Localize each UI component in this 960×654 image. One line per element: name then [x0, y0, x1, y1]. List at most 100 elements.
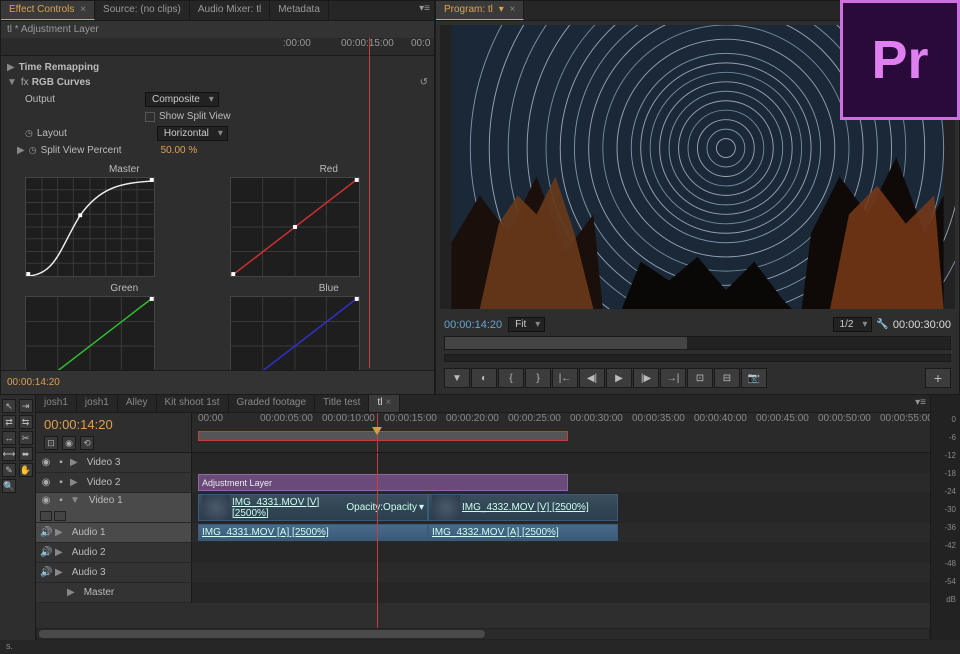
video2-head[interactable]: ◉▪ ▶ Video 2 — [36, 473, 192, 492]
selection-tool[interactable]: ↖ — [2, 399, 16, 413]
zoom-tool[interactable]: 🔍 — [2, 479, 16, 493]
show-split-checkbox[interactable] — [145, 112, 155, 122]
sequence-tab[interactable]: josh1 — [77, 395, 118, 412]
hand-tool[interactable]: ✋ — [19, 463, 33, 477]
rgb-curves-row[interactable]: ▼ fx RGB Curves ↺ — [7, 75, 428, 90]
adjustment-layer-clip[interactable]: Adjustment Layer — [198, 474, 568, 491]
blue-curve-canvas[interactable] — [230, 296, 360, 370]
reset-icon[interactable]: ↺ — [420, 77, 428, 88]
audio2-head[interactable]: 🔊 ▶ Audio 2 — [36, 543, 192, 562]
slide-tool[interactable]: ⬌ — [19, 447, 33, 461]
marker-icon[interactable]: ◉ — [62, 436, 76, 450]
effect-mini-ruler[interactable]: :00:00 00:00:15:00 00:0 — [1, 38, 434, 56]
lift-button[interactable]: ⊡ — [687, 368, 713, 388]
close-icon[interactable]: × — [385, 397, 391, 408]
mark-in-button[interactable]: ▼ — [444, 368, 470, 388]
audio1-body[interactable]: IMG_4331.MOV [A] [2500%] IMG_4332.MOV [A… — [192, 523, 930, 542]
audio3-head[interactable]: 🔊 ▶ Audio 3 — [36, 563, 192, 582]
expand-icon[interactable]: ▶ — [55, 567, 63, 578]
audio1-head[interactable]: 🔊 ▶ Audio 1 — [36, 523, 192, 542]
close-icon[interactable]: × — [80, 4, 86, 15]
program-timecode[interactable]: 00:00:14:20 — [444, 319, 502, 331]
eye-icon[interactable]: ◉ — [40, 477, 52, 488]
video2-body[interactable]: Adjustment Layer — [192, 473, 930, 492]
track-option-icon[interactable] — [54, 511, 66, 521]
effect-timecode[interactable]: 00:00:14:20 — [7, 377, 60, 388]
collapse-icon[interactable]: ▼ — [7, 77, 17, 88]
lock-icon[interactable]: ▪ — [55, 477, 67, 488]
speaker-icon[interactable]: 🔊 — [40, 567, 52, 578]
master-head[interactable]: ▶ Master — [36, 583, 192, 602]
zoom-thumb[interactable] — [39, 630, 485, 638]
output-dropdown[interactable]: Composite — [145, 92, 219, 107]
extract-button[interactable]: ⊟ — [714, 368, 740, 388]
resolution-dropdown[interactable]: 1/2 — [833, 317, 873, 332]
slip-tool[interactable]: ⟷ — [2, 447, 16, 461]
sequence-tab[interactable]: Graded footage — [229, 395, 316, 412]
sequence-tab[interactable]: Title test — [315, 395, 369, 412]
red-curve-canvas[interactable] — [230, 177, 360, 277]
video3-body[interactable] — [192, 453, 930, 472]
sequence-tab[interactable]: tl× — [369, 395, 400, 412]
mark-out-button[interactable]: ◐ — [471, 368, 497, 388]
track-option-icon[interactable] — [40, 511, 52, 521]
insert-button[interactable]: { — [498, 368, 524, 388]
video-clip-2[interactable]: IMG_4332.MOV [V] [2500%] — [428, 494, 618, 521]
timeline-ruler[interactable]: 00:0000:00:05:0000:00:10:0000:00:15:0000… — [192, 413, 930, 452]
sequence-tab[interactable]: Kit shoot 1st — [157, 395, 229, 412]
tab-source[interactable]: Source: (no clips) — [95, 1, 190, 20]
expand-icon[interactable]: ▶ — [7, 62, 15, 73]
audio-clip-1[interactable]: IMG_4331.MOV [A] [2500%] — [198, 524, 428, 541]
panel-menu-icon[interactable]: ▾≡ — [415, 1, 434, 20]
fit-dropdown[interactable]: Fit — [508, 317, 545, 332]
expand-icon[interactable]: ▶ — [67, 587, 75, 598]
razor-tool[interactable]: ✂ — [19, 431, 33, 445]
step-back-button[interactable]: ◀| — [579, 368, 605, 388]
export-frame-button[interactable]: 📷 — [741, 368, 767, 388]
expand-icon[interactable]: ▶ — [55, 527, 63, 538]
video1-body[interactable]: IMG_4331.MOV [V] [2500%] Opacity:Opacity… — [192, 493, 930, 522]
timeline-timecode[interactable]: 00:00:14:20 — [44, 417, 183, 432]
speaker-icon[interactable]: 🔊 — [40, 527, 52, 538]
snap-icon[interactable]: ⊡ — [44, 436, 58, 450]
tab-metadata[interactable]: Metadata — [270, 1, 329, 20]
rolling-edit-tool[interactable]: ⇆ — [19, 415, 33, 429]
green-curve-canvas[interactable] — [25, 296, 155, 370]
wrench-icon[interactable]: 🔧 — [876, 319, 888, 330]
tab-program[interactable]: Program: tl ▾ × — [436, 1, 524, 20]
work-area-bar[interactable] — [198, 431, 568, 441]
master-body[interactable] — [192, 583, 930, 602]
program-zoombar[interactable] — [444, 354, 951, 362]
tab-audio-mixer[interactable]: Audio Mixer: tl — [190, 1, 270, 20]
video-clip-1[interactable]: IMG_4331.MOV [V] [2500%] Opacity:Opacity… — [198, 494, 428, 521]
button-editor-button[interactable]: + — [925, 368, 951, 388]
overwrite-button[interactable]: } — [525, 368, 551, 388]
expand-icon[interactable]: ▶ — [70, 477, 78, 488]
stopwatch-icon[interactable]: ◷ — [25, 128, 33, 139]
expand-icon[interactable]: ▶ — [55, 547, 63, 558]
audio3-body[interactable] — [192, 563, 930, 582]
sync-lock-icon[interactable]: ⟲ — [80, 436, 94, 450]
audio2-body[interactable] — [192, 543, 930, 562]
track-select-tool[interactable]: ⇥ — [19, 399, 33, 413]
rate-stretch-tool[interactable]: ↔ — [2, 431, 16, 445]
play-button[interactable]: ▶ — [606, 368, 632, 388]
video1-head[interactable]: ◉▪ ▼ Video 1 — [36, 493, 192, 522]
timeline-zoom-bar[interactable] — [36, 628, 930, 640]
eye-icon[interactable]: ◉ — [40, 457, 52, 468]
collapse-icon[interactable]: ▼ — [70, 495, 80, 506]
effect-playhead[interactable] — [369, 38, 370, 368]
param-value[interactable]: 50.00 % — [161, 145, 198, 156]
eye-icon[interactable]: ◉ — [40, 495, 52, 506]
audio-clip-2[interactable]: IMG_4332.MOV [A] [2500%] — [428, 524, 618, 541]
expand-icon[interactable]: ▶ — [70, 457, 78, 468]
tab-effect-controls[interactable]: Effect Controls × — [1, 1, 95, 20]
stopwatch-icon[interactable]: ◷ — [29, 145, 37, 156]
sequence-tab[interactable]: Alley — [118, 395, 157, 412]
ripple-edit-tool[interactable]: ⇄ — [2, 415, 16, 429]
time-remapping-row[interactable]: ▶ Time Remapping — [7, 60, 428, 75]
lock-icon[interactable]: ▪ — [55, 495, 67, 506]
goto-out-button[interactable]: →| — [660, 368, 686, 388]
show-split-row[interactable]: Show Split View — [7, 109, 428, 124]
speaker-icon[interactable]: 🔊 — [40, 547, 52, 558]
